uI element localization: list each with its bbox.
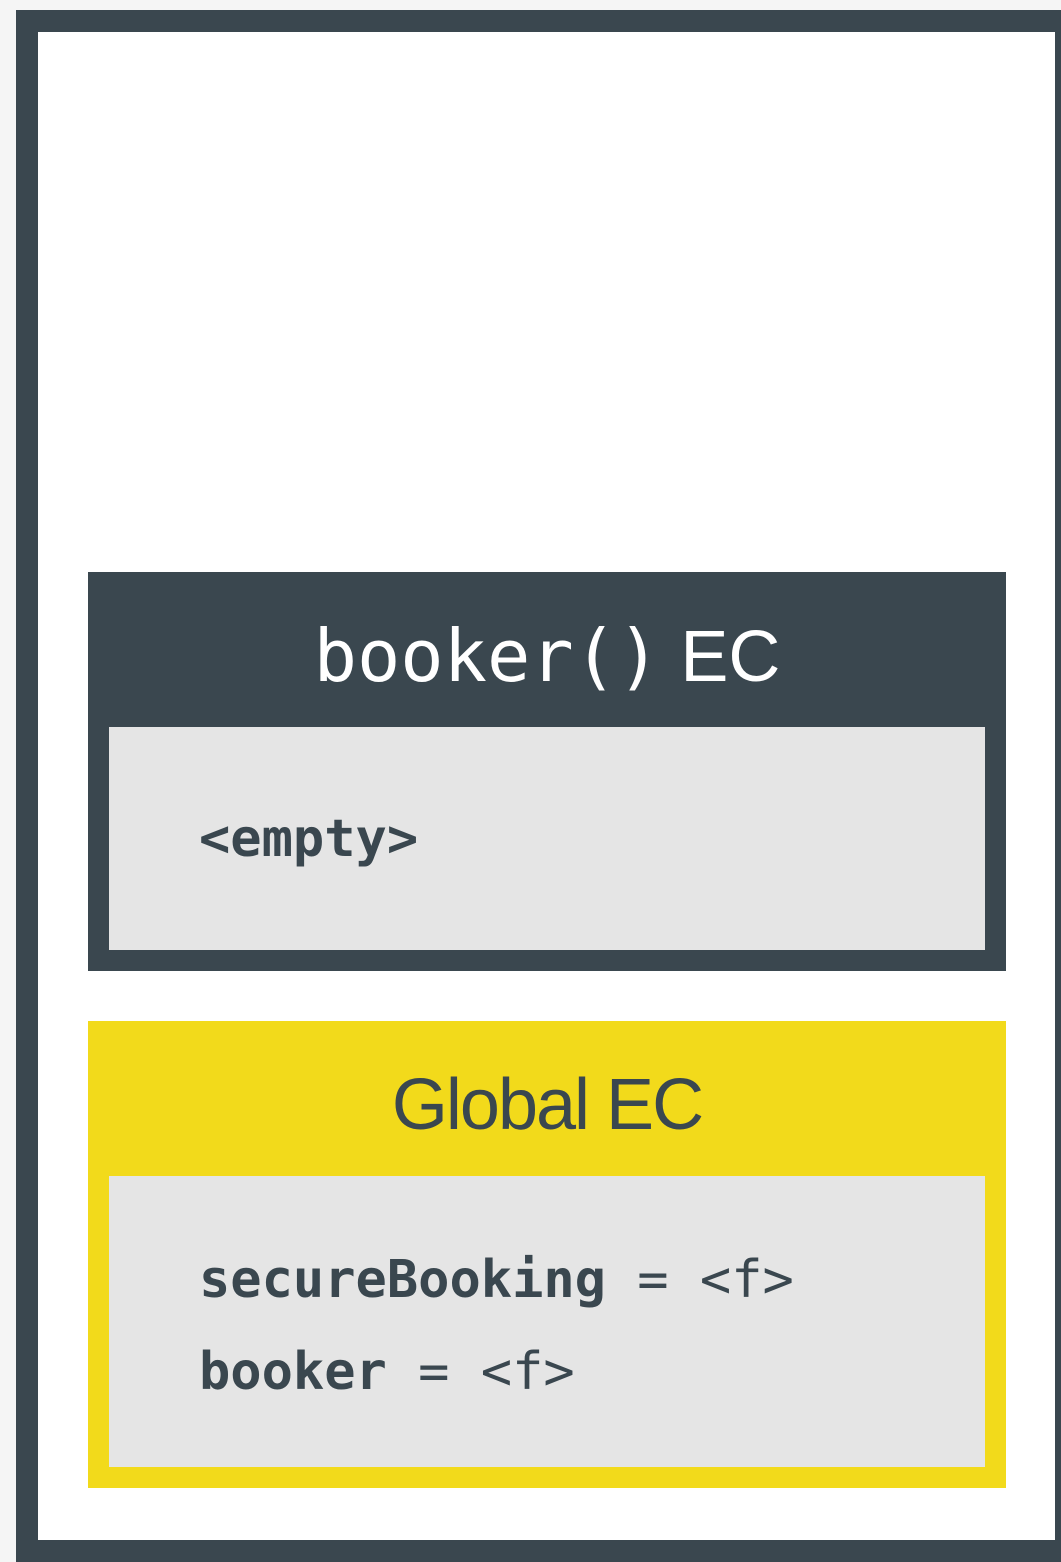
variable-booker: booker = <f> [199,1342,575,1402]
global-execution-context: Global EC secureBooking = <f> booker = <… [88,1021,1006,1488]
booker-variable-environment: <empty> [109,727,985,950]
variable-secure-booking: secureBooking = <f> [199,1250,794,1310]
global-ec-title: Global EC [391,1065,704,1145]
booker-empty-label: <empty> [199,809,419,869]
booker-execution-context: booker() EC <empty> [88,572,1006,971]
global-variable-environment: secureBooking = <f> booker = <f> [109,1176,985,1467]
booker-ec-title: booker() EC [313,614,781,698]
